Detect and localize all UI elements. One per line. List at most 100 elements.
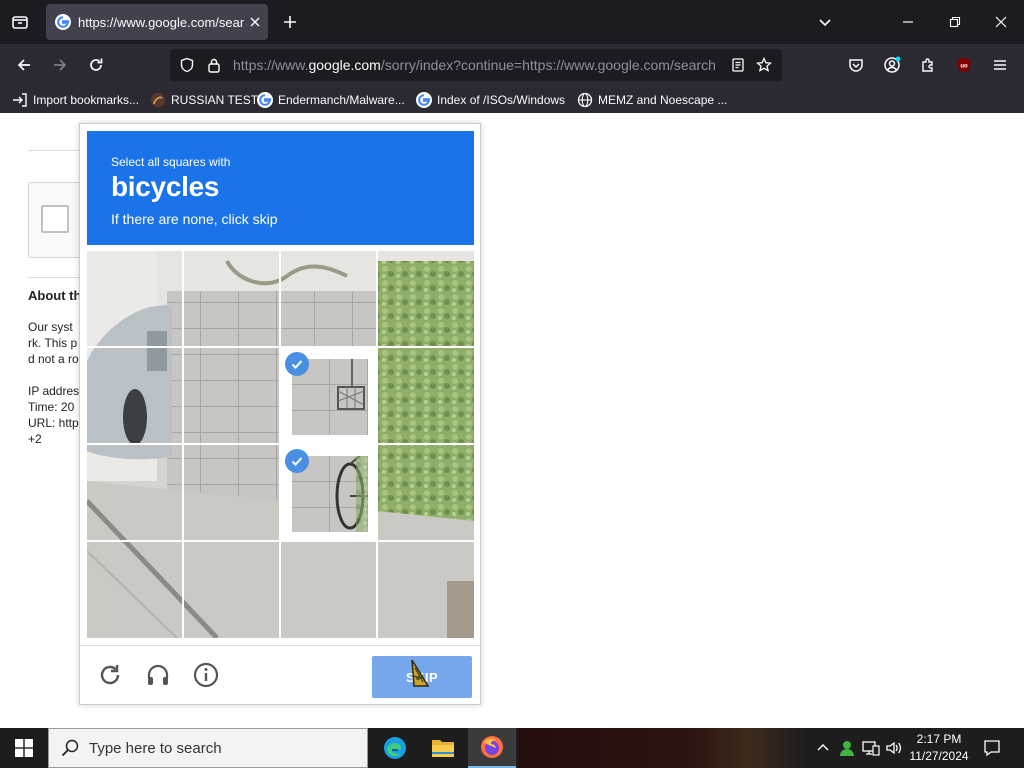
recaptcha-checkbox[interactable] [41,205,69,233]
taskbar-clock[interactable]: 2:17 PM 11/27/2024 [904,731,974,765]
new-tab-icon[interactable] [275,7,305,37]
instruction-target: bicycles [111,171,220,202]
volume-icon[interactable] [883,728,905,768]
taskbar-search-box[interactable]: Type here to search [48,728,368,768]
start-button[interactable] [0,728,48,768]
bookmark-label: Endermanch/Malware... [278,93,405,107]
svg-text:uo: uo [960,64,968,70]
tab-list-icon[interactable] [5,7,35,37]
pocket-icon[interactable] [841,50,871,80]
captcha-instructions: Select all squares with bicycles If ther… [87,131,474,245]
ip-address-text: IP addres [28,384,80,398]
shield-icon[interactable] [179,57,195,73]
captcha-tile[interactable] [378,542,474,638]
lock-icon[interactable] [206,57,222,73]
url-prefix: https://www. [233,57,309,73]
captcha-tile[interactable] [184,348,280,444]
bookmark-memz[interactable]: MEMZ and Noescape ... [577,90,727,110]
page-text-line: rk. This p [28,336,78,350]
bookmark-label: Index of /ISOs/Windows [437,93,566,107]
back-icon[interactable] [9,50,39,80]
captcha-tile[interactable] [378,445,474,541]
captcha-image-grid [87,251,474,638]
custom-cursor-icon [411,659,430,687]
captcha-tile[interactable] [87,542,183,638]
url-host: google.com [308,57,381,73]
captcha-tile[interactable] [184,542,280,638]
url-text[interactable]: https://www.google.com/sorry/index?conti… [233,57,719,73]
extensions-icon[interactable] [913,50,943,80]
audio-challenge-icon[interactable] [143,660,173,690]
captcha-tile[interactable] [184,251,280,347]
captcha-footer: SKIP [80,645,480,705]
notifications-icon[interactable] [978,728,1006,768]
wallpaper-area [518,728,808,768]
page-text-line: d not a ro [28,352,79,366]
globe-icon [577,92,593,108]
url-path: /sorry/index?continue=https://www.google… [380,57,716,73]
forward-icon[interactable] [45,50,75,80]
navigation-bar: https://www.google.com/sorry/index?conti… [0,44,1024,86]
extra-text: +2 [28,432,42,446]
captcha-tile[interactable] [87,348,183,444]
time-text: Time: 20 [28,400,75,414]
captcha-tile[interactable] [87,445,183,541]
import-icon [13,93,27,107]
restore-icon[interactable] [940,7,970,37]
tab-title: https://www.google.com/search [78,14,244,30]
instruction-hint: If there are none, click skip [111,211,278,227]
bookmark-label: RUSSIAN TEST [171,93,259,107]
clock-date: 11/27/2024 [909,749,969,763]
close-tab-icon[interactable] [248,15,262,29]
edge-app-icon[interactable] [371,728,419,768]
captcha-tile[interactable] [378,251,474,347]
google-icon [257,92,273,108]
search-placeholder: Type here to search [89,739,222,757]
windows-taskbar: Type here to search 2:17 PM 11/27/2024 [0,728,1024,768]
captcha-tile[interactable] [184,445,280,541]
ublock-icon[interactable]: uo [949,50,979,80]
captcha-challenge-popup: Select all squares with bicycles If ther… [79,123,481,705]
instruction-line: Select all squares with [111,155,231,169]
bookmark-endermanch[interactable]: Endermanch/Malware... [257,90,405,110]
bookmark-isos[interactable]: Index of /ISOs/Windows [416,90,565,110]
url-text-line: URL: http [28,416,79,430]
show-hidden-icons-chevron-icon[interactable] [812,728,834,768]
google-favicon-icon [55,14,71,30]
chevron-down-icon[interactable] [810,7,840,37]
reload-challenge-icon[interactable] [95,660,125,690]
bookmark-label: MEMZ and Noescape ... [598,93,728,107]
google-icon [416,92,432,108]
site-icon [151,93,165,107]
reader-view-icon[interactable] [730,57,746,73]
grid-divider [87,346,474,348]
account-icon[interactable] [877,50,907,80]
about-heading: About th [28,288,82,303]
captcha-tile[interactable] [281,542,377,638]
menu-icon[interactable] [985,50,1015,80]
captcha-tile-selected[interactable] [281,445,377,541]
captcha-tile[interactable] [378,348,474,444]
selected-check-icon [285,352,309,376]
firefox-app-icon[interactable] [468,728,516,768]
search-icon [61,739,79,757]
network-icon[interactable] [860,728,882,768]
tab-google[interactable]: https://www.google.com/search [46,4,268,40]
tab-bar: https://www.google.com/search [0,0,1024,44]
bookmark-star-icon[interactable] [756,57,772,73]
minimize-icon[interactable] [893,7,923,37]
grid-divider [87,540,474,542]
captcha-tile[interactable] [281,251,377,347]
bookmark-import[interactable]: Import bookmarks... [12,90,139,110]
bookmark-russian-test[interactable]: RUSSIAN TEST [150,90,258,110]
captcha-tile-selected[interactable] [281,348,377,444]
close-window-icon[interactable] [986,7,1016,37]
bookmarks-toolbar: Import bookmarks... RUSSIAN TEST Enderma… [0,86,1024,113]
browser-chrome: https://www.google.com/search https://ww… [0,0,1024,113]
reload-icon[interactable] [81,50,111,80]
user-status-icon[interactable] [836,728,858,768]
captcha-tile[interactable] [87,251,183,347]
file-explorer-icon[interactable] [419,728,467,768]
url-bar[interactable]: https://www.google.com/sorry/index?conti… [170,49,782,81]
info-icon[interactable] [191,660,221,690]
